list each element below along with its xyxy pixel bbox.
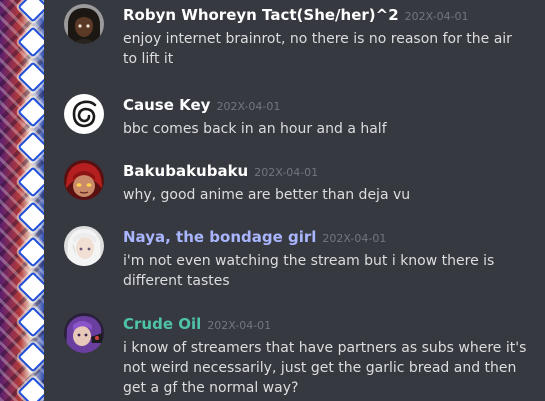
diamond-arrow-icon xyxy=(17,61,44,93)
purple-character-avatar[interactable] xyxy=(64,313,104,353)
author-name[interactable]: Robyn Whoreyn Tact(She/her)^2 xyxy=(123,6,399,24)
author-name[interactable]: Naya, the bondage girl xyxy=(123,228,316,246)
message-content: enjoy internet brainrot, no there is no … xyxy=(123,31,512,67)
diamond-arrow-icon xyxy=(17,26,44,58)
message-content: bbc comes back in an hour and a half xyxy=(123,121,387,137)
diamond-arrow-icon xyxy=(17,131,44,163)
message-timestamp: 202X-04-01 xyxy=(322,232,387,245)
author-name[interactable]: Crude Oil xyxy=(123,315,201,333)
diamond-arrow-icon xyxy=(17,271,44,303)
diamond-arrow-icon xyxy=(17,201,44,233)
diamond-arrow-icon xyxy=(17,341,44,373)
message-content: why, good anime are better than deja vu xyxy=(123,187,411,203)
message-content: i know of streamers that have partners a… xyxy=(123,340,527,396)
diamond-arrow-icon xyxy=(17,236,44,268)
message-timestamp: 202X-04-01 xyxy=(404,10,469,23)
red-haired-character-avatar[interactable] xyxy=(64,160,104,200)
message-timestamp: 202X-04-01 xyxy=(207,319,272,332)
diamond-arrow-icon xyxy=(17,306,44,338)
message-content: i'm not even watching the stream but i k… xyxy=(123,253,495,289)
author-name[interactable]: Cause Key xyxy=(123,96,210,114)
swirl-logo-avatar[interactable] xyxy=(64,94,104,134)
author-name[interactable]: Bakubakubaku xyxy=(123,162,248,180)
message-timestamp: 202X-04-01 xyxy=(216,100,281,113)
diamond-arrow-icon xyxy=(17,0,44,23)
message-timestamp: 202X-04-01 xyxy=(254,166,319,179)
dark-haired-character-avatar[interactable] xyxy=(64,4,104,44)
decorative-left-strip xyxy=(0,0,44,401)
diamond-arrow-icon xyxy=(17,376,44,401)
diamond-arrow-icon xyxy=(17,166,44,198)
white-haired-character-avatar[interactable] xyxy=(64,226,104,266)
diamond-arrow-icon xyxy=(17,96,44,128)
